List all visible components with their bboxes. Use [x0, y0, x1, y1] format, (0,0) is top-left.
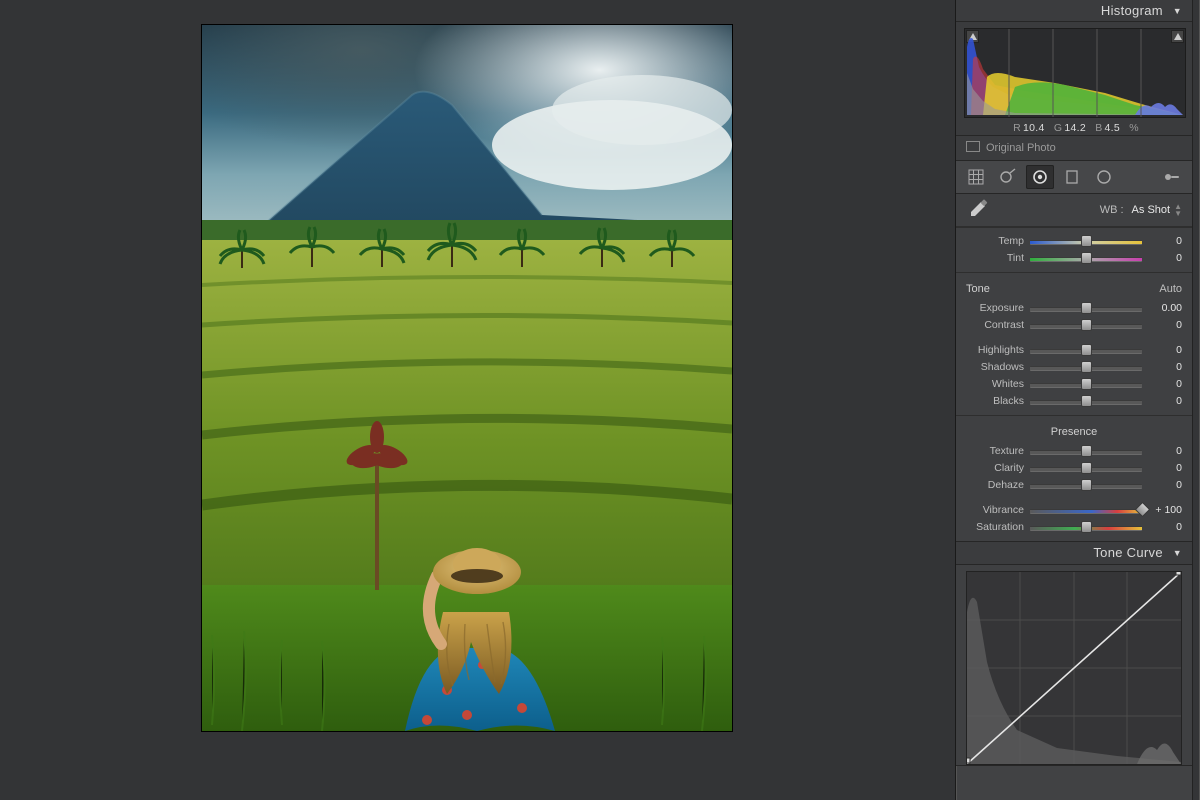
canvas-area[interactable]: [0, 0, 955, 800]
histogram-container: R10.4 G14.2 B4.5 %: [956, 22, 1192, 136]
temp-slider-row: Temp 0: [966, 232, 1182, 249]
exposure-slider[interactable]: [1030, 303, 1142, 313]
tone-curve-panel: Tone Curve ▼: [956, 542, 1192, 766]
clarity-slider[interactable]: [1030, 463, 1142, 473]
saturation-value[interactable]: 0: [1148, 521, 1182, 533]
adjustment-brush-tool-icon[interactable]: [1158, 165, 1186, 189]
rgb-readout: R10.4 G14.2 B4.5 %: [964, 118, 1184, 134]
auto-tone-button[interactable]: Auto: [1159, 283, 1182, 295]
dehaze-slider[interactable]: [1030, 480, 1142, 490]
exposure-value[interactable]: 0.00: [1148, 302, 1182, 314]
vibrance-value[interactable]: + 100: [1148, 504, 1182, 516]
wb-selector[interactable]: As Shot▲▼: [1132, 203, 1182, 217]
tool-strip: [956, 161, 1192, 194]
tint-slider[interactable]: [1030, 253, 1142, 263]
graduated-filter-tool-icon[interactable]: [1058, 165, 1086, 189]
white-balance-eyedropper-icon[interactable]: [966, 199, 988, 221]
updown-icon: ▲▼: [1174, 203, 1182, 217]
tint-value[interactable]: 0: [1148, 252, 1182, 264]
blacks-value[interactable]: 0: [1148, 395, 1182, 407]
original-photo-toggle[interactable]: Original Photo: [956, 136, 1192, 161]
shadows-slider[interactable]: [1030, 362, 1142, 372]
histogram-title: Histogram: [1101, 3, 1163, 18]
texture-value[interactable]: 0: [1148, 445, 1182, 457]
vibrance-slider[interactable]: [1030, 505, 1142, 515]
tone-section: ToneAuto Exposure0.00 Contrast0 Highligh…: [956, 272, 1192, 415]
crop-tool-icon[interactable]: [962, 165, 990, 189]
photo-preview[interactable]: [202, 25, 732, 731]
basic-panel: WB : As Shot▲▼ Temp 0 Tint 0 ToneAuto Ex…: [956, 194, 1192, 542]
radial-filter-tool-icon[interactable]: [1090, 165, 1118, 189]
clarity-value[interactable]: 0: [1148, 462, 1182, 474]
spot-removal-tool-icon[interactable]: [994, 165, 1022, 189]
dehaze-value[interactable]: 0: [1148, 479, 1182, 491]
tone-curve-graph[interactable]: [966, 571, 1182, 765]
white-balance-row: WB : As Shot▲▼: [956, 194, 1192, 227]
presence-section: Presence Texture0 Clarity0 Dehaze0 Vibra…: [956, 415, 1192, 541]
highlights-value[interactable]: 0: [1148, 344, 1182, 356]
histogram-panel-header[interactable]: Histogram ▼: [956, 0, 1192, 22]
redeye-tool-icon[interactable]: [1026, 165, 1054, 189]
shadows-value[interactable]: 0: [1148, 361, 1182, 373]
develop-panel: Histogram ▼: [955, 0, 1192, 800]
highlights-slider[interactable]: [1030, 345, 1142, 355]
tint-slider-row: Tint 0: [966, 249, 1182, 266]
temp-slider[interactable]: [1030, 236, 1142, 246]
wb-sliders: Temp 0 Tint 0: [956, 227, 1192, 272]
contrast-slider[interactable]: [1030, 320, 1142, 330]
checkbox-icon: [966, 141, 980, 152]
collapse-icon: ▼: [1173, 1, 1182, 22]
wb-label: WB :: [1100, 204, 1124, 216]
contrast-value[interactable]: 0: [1148, 319, 1182, 331]
whites-slider[interactable]: [1030, 379, 1142, 389]
collapse-icon: ▼: [1173, 543, 1182, 564]
whites-value[interactable]: 0: [1148, 378, 1182, 390]
tone-curve-header[interactable]: Tone Curve ▼: [956, 542, 1192, 565]
texture-slider[interactable]: [1030, 446, 1142, 456]
histogram[interactable]: [964, 28, 1186, 118]
panel-resize-grip[interactable]: [1192, 0, 1200, 800]
blacks-slider[interactable]: [1030, 396, 1142, 406]
temp-value[interactable]: 0: [1148, 235, 1182, 247]
saturation-slider[interactable]: [1030, 522, 1142, 532]
